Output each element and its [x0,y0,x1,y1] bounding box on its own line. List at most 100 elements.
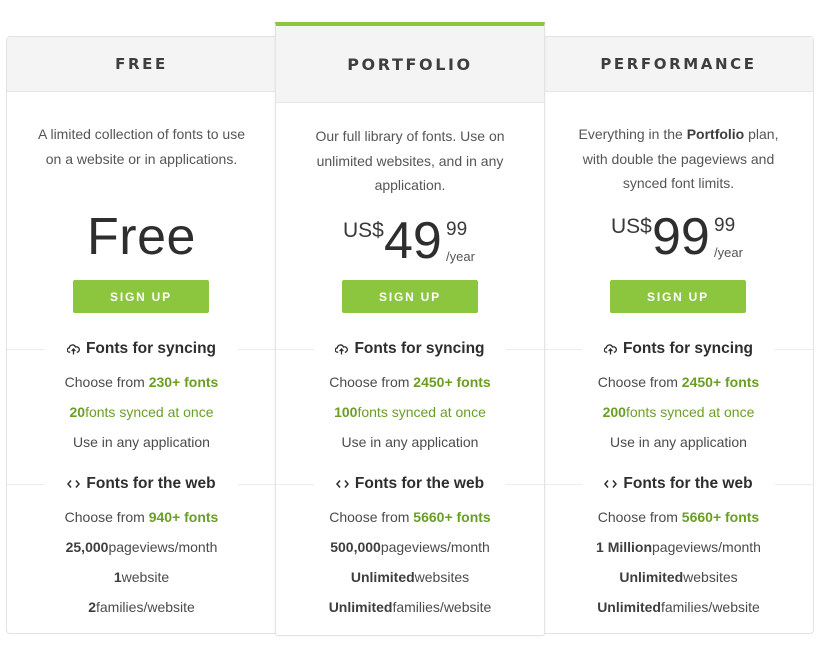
feature-text: pageviews/month [108,539,218,555]
plan-description: Our full library of fonts. Use on unlimi… [315,128,505,193]
feature-list: Choose from 2450+ fonts 200 fonts synced… [544,367,813,457]
feature-highlight: 20 [69,404,86,420]
feature-text: Choose from [597,374,678,390]
feature-highlight: 200 [602,404,626,420]
plan-description: A limited collection of fonts to use on … [38,126,245,167]
syncing-section: Fonts for syncing Choose from 230+ fonts… [7,337,276,457]
feature-list: Choose from 5660+ fonts 500,000 pageview… [276,502,544,622]
cloud-sync-icon [335,343,349,355]
divider [544,484,582,485]
divider [7,349,45,350]
list-item: Choose from 5660+ fonts [276,502,544,532]
feature-list: Choose from 2450+ fonts 100 fonts synced… [276,367,544,457]
feature-highlight: 940+ fonts [148,509,219,525]
web-section: Fonts for the web Choose from 5660+ font… [544,472,813,622]
feature-text: Choose from [329,509,410,525]
code-icon [604,479,618,489]
list-item: Unlimited families/website [276,592,544,622]
divider [506,484,544,485]
web-section: Fonts for the web Choose from 5660+ font… [276,472,544,622]
section-title-text: Fonts for the web [623,475,753,492]
list-item: 100 fonts synced at once [276,397,544,427]
plan-price: US$ 99 99 /year [544,209,813,269]
section-title-text: Fonts for the web [354,475,485,492]
list-item: 2 families/website [7,592,276,622]
description-text: Everything in the [578,126,687,142]
cloud-sync-icon [603,343,617,355]
section-title: Fonts for the web [544,472,813,496]
section-title: Fonts for syncing [544,337,813,361]
feature-text: fonts synced at once [357,404,486,420]
code-icon [335,479,349,489]
list-item: 20 fonts synced at once [7,397,276,427]
list-item: Choose from 2450+ fonts [276,367,544,397]
list-item: 500,000 pageviews/month [276,532,544,562]
web-section: Fonts for the web Choose from 940+ fonts… [7,472,276,622]
sign-up-button[interactable]: SIGN UP [342,280,478,313]
list-item: Unlimited websites [544,562,813,592]
feature-text: fonts synced at once [625,404,755,420]
plan-price: US$ 49 99 /year [276,213,544,273]
feature-value: Unlimited [597,599,661,615]
divider [544,349,582,350]
price-amount: 99 [652,208,710,266]
list-item: 1 website [7,562,276,592]
price-cents: 99 [714,215,736,236]
plan-card-free: FREE A limited collection of fonts to us… [6,36,276,634]
code-icon [67,479,81,489]
plan-header: PORTFOLIO [276,26,544,103]
feature-value: Unlimited [328,599,393,615]
feature-text: websites [414,569,470,585]
list-item: Choose from 2450+ fonts [544,367,813,397]
divider [775,349,813,350]
feature-text: families/website [392,599,492,615]
price-currency: US$ [611,215,652,238]
divider [276,349,314,350]
plan-card-performance: PERFORMANCE Everything in the Portfolio … [544,36,814,634]
list-item: Use in any application [341,434,479,450]
feature-highlight: 5660+ fonts [413,509,491,525]
syncing-section: Fonts for syncing Choose from 2450+ font… [276,337,544,457]
section-title-text: Fonts for the web [86,475,216,492]
list-item: Use in any application [610,434,747,450]
section-title-text: Fonts for syncing [354,340,485,357]
feature-highlight: 230+ fonts [148,374,219,390]
price-amount: 49 [384,212,442,270]
feature-text: pageviews/month [652,539,761,555]
plan-header: FREE [7,37,276,92]
section-title: Fonts for the web [276,472,544,496]
list-item: Choose from 5660+ fonts [544,502,813,532]
section-title: Fonts for syncing [7,337,276,361]
section-title: Fonts for syncing [276,337,544,361]
price-period: /year [714,245,743,260]
list-item: 1 Million pageviews/month [544,532,813,562]
list-item: Unlimited websites [276,562,544,592]
feature-highlight: 2450+ fonts [681,374,760,390]
feature-highlight: 2450+ fonts [413,374,491,390]
feature-text: Choose from [329,374,410,390]
section-title: Fonts for the web [7,472,276,496]
sign-up-button[interactable]: SIGN UP [610,280,746,313]
feature-value: 2 [88,599,96,615]
sign-up-button[interactable]: SIGN UP [73,280,209,313]
feature-text: fonts synced at once [85,404,214,420]
divider [506,349,544,350]
feature-text: websites [683,569,738,585]
feature-text: website [121,569,170,585]
list-item: 25,000 pageviews/month [7,532,276,562]
plan-card-portfolio: PORTFOLIO Our full library of fonts. Use… [275,22,545,636]
section-title-text: Fonts for syncing [85,340,217,357]
list-item: Choose from 230+ fonts [7,367,276,397]
description-plan-link: Portfolio [686,126,745,142]
plan-description: Everything in the Portfolio plan, with d… [566,122,791,196]
feature-list: Choose from 940+ fonts 25,000 pageviews/… [7,502,276,622]
list-item: Unlimited families/website [544,592,813,622]
divider [775,484,813,485]
plan-header: PERFORMANCE [544,37,813,92]
feature-text: Choose from [64,509,145,525]
feature-text: families/website [95,599,195,615]
feature-text: families/website [660,599,760,615]
feature-value: Unlimited [619,569,684,585]
feature-value: Unlimited [350,569,415,585]
feature-highlight: 100 [334,404,358,420]
